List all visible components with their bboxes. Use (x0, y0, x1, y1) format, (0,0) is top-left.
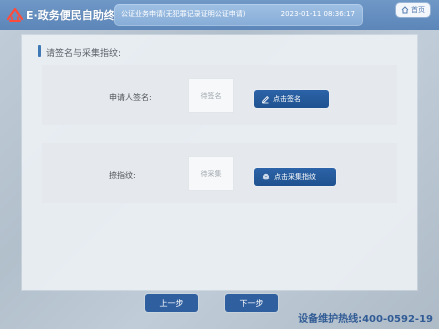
fingerprint-icon (261, 172, 271, 182)
fingerprint-placeholder-text: 待采集 (200, 169, 222, 178)
maintenance-hotline: 设备维护热线:400-0592-19 (298, 314, 433, 325)
signature-placeholder-box: 待签名 (188, 78, 234, 113)
home-button[interactable]: 首页 (396, 3, 430, 17)
pen-icon (261, 95, 270, 104)
fingerprint-placeholder-box: 待采集 (188, 156, 234, 191)
home-icon (401, 6, 409, 14)
bottom-navigation: 上一步 下一步 (145, 294, 295, 314)
top-header: E·政务便民自助终端 公证业务申请(无犯罪记录证明公证申请) 2023-01-1… (0, 0, 439, 30)
signature-placeholder-text: 待签名 (200, 91, 222, 100)
logo-icon (6, 6, 24, 24)
main-panel: 请签名与采集指纹: 申请人签名: 待签名 点击签名 捺指纹: 待采集 点击采集指… (22, 35, 417, 290)
signature-label: 申请人签名: (109, 93, 152, 102)
title-bar: 公证业务申请(无犯罪记录证明公证申请) 2023-01-11 08:36:17 (114, 4, 363, 26)
home-button-label: 首页 (411, 6, 425, 14)
sign-button[interactable]: 点击签名 (254, 90, 329, 108)
fingerprint-button-label: 点击采集指纹 (274, 173, 316, 181)
fingerprint-label: 捺指纹: (109, 171, 136, 180)
signature-row: 申请人签名: 待签名 点击签名 (42, 65, 397, 125)
next-button[interactable]: 下一步 (225, 294, 278, 312)
app-logo: E·政务便民自助终端 (6, 5, 126, 25)
section-title: 请签名与采集指纹: (46, 49, 122, 59)
date-time: 2023-01-11 08:36:17 (280, 10, 355, 18)
previous-button[interactable]: 上一步 (145, 294, 198, 312)
fingerprint-button[interactable]: 点击采集指纹 (254, 168, 336, 186)
logo-text: E·政务便民自助终端 (26, 9, 126, 22)
page-title: 公证业务申请(无犯罪记录证明公证申请) (121, 10, 246, 18)
fingerprint-row: 捺指纹: 待采集 点击采集指纹 (42, 143, 397, 203)
sign-button-label: 点击签名 (273, 95, 301, 103)
section-indicator-bar (38, 45, 41, 57)
